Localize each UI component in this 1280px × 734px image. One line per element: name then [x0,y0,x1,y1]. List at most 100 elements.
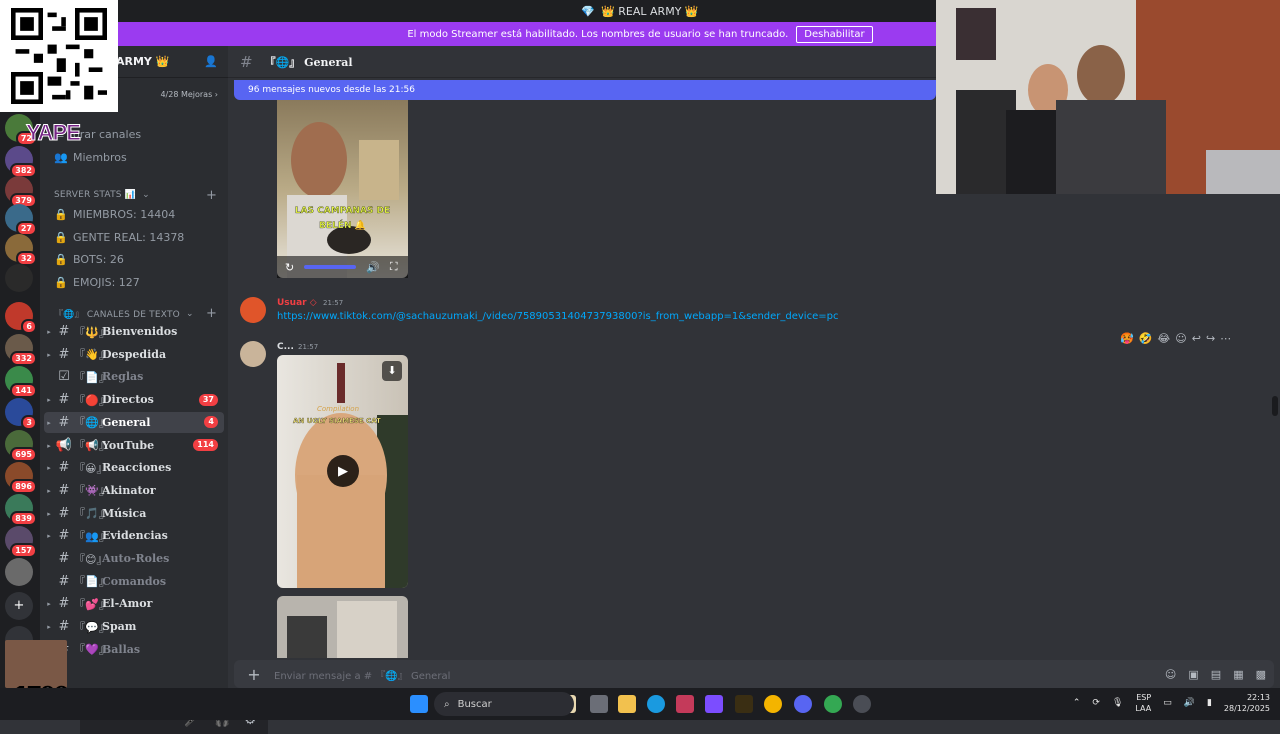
sync-icon[interactable]: ⟳ [1092,698,1100,708]
message-author[interactable]: C... [277,342,294,352]
forward-icon[interactable]: ↪ [1206,332,1215,345]
video-attachment[interactable] [277,596,408,658]
channel-title: 『🌐』 General [264,55,353,69]
add-reaction-icon[interactable]: ☺ [1175,332,1186,345]
stat-channel[interactable]: 🔒 EMOJIS: 127 [54,276,140,289]
sticker-icon[interactable]: ▤ [1211,668,1221,681]
fullscreen-icon[interactable]: ⛶ [390,260,398,274]
channel-item-youtube[interactable]: ▸ 📢 『📢』 YouTube 114 [44,435,224,456]
channel-item-ballas[interactable]: #『💜』Ballas [44,639,224,660]
channel-item-despedida[interactable]: ▸ # 『👋』 Despedida [44,344,224,365]
video-controls: ↻ 🔊 ⛶ [277,256,408,278]
chevron-up-icon[interactable]: ⌃ [1073,698,1081,708]
volume-icon[interactable]: 🔊 [366,261,380,274]
add-server-icon[interactable]: + [5,592,33,620]
channel-item-el-amor[interactable]: ▸ # 『💕』 El-Amor [44,593,224,614]
hash-icon: # [58,619,70,635]
channel-emoji: 『🔱』 [74,325,110,339]
reaction-icon[interactable]: 🥵 [1120,332,1134,345]
category-server-stats[interactable]: SERVER STATS 📊 ⌄ + [54,188,217,203]
avatar[interactable] [240,341,266,367]
network-icon[interactable]: ▭ [1163,698,1172,708]
unread-count-badge: 114 [193,439,218,451]
server-icon[interactable]: 695 [5,430,37,462]
video-attachment[interactable]: LAS CAMPANAS DE BELÉN 🔔 [277,100,408,278]
reaction-icon[interactable]: 🤣 [1139,332,1153,345]
channel-item-reacciones[interactable]: ▸ # 『😀』 Reacciones [44,457,224,478]
server-icon[interactable]: 332 [5,334,37,366]
taskbar-search[interactable]: ⌕ Buscar [434,692,574,716]
message-composer[interactable]: + Enviar mensaje a # 『🌐』 General ☺ ▣ ▤ ▦… [234,660,1274,688]
chat-scrollbar[interactable] [1272,396,1278,416]
channel-item-m-sica[interactable]: ▸ # 『🎵』 Música [44,503,224,524]
add-channel-icon[interactable]: + [206,188,217,203]
clock[interactable]: 22:13 28/12/2025 [1224,692,1270,714]
hash-icon: # [58,392,70,408]
volume-tray-icon[interactable]: 🔊 [1184,698,1195,708]
emoji-icon[interactable]: ☺ [1165,668,1176,681]
attach-plus-icon[interactable]: + [234,665,274,684]
server-icon[interactable]: 32 [5,234,37,266]
language-indicator[interactable]: ESP LAA [1135,692,1151,714]
gif-icon[interactable]: ▣ [1188,668,1198,681]
download-icon[interactable]: ⬇ [382,361,402,381]
hash-icon: # [58,460,70,476]
server-icon[interactable]: 896 [5,462,37,494]
server-icon[interactable]: 382 [5,146,37,178]
play-icon[interactable]: ▶ [327,455,359,487]
image-icon[interactable]: ▦ [1233,668,1243,681]
channel-item-evidencias[interactable]: ▸ # 『👥』 Evidencias [44,525,224,546]
server-icon[interactable]: 6 [5,302,37,334]
edge-icon[interactable] [647,695,665,713]
message-author[interactable]: Usuar ◇ [277,298,317,308]
channel-item-comandos[interactable]: # 『📄』 Comandos [44,571,224,592]
tiktok-link[interactable]: https://www.tiktok.com/@sachauzumaki_/vi… [277,311,838,322]
reaction-icon[interactable]: 😂 [1157,332,1170,345]
new-messages-bar[interactable]: 96 mensajes nuevos desde las 21:56 [234,80,936,100]
server-icon[interactable]: 157 [5,526,37,558]
category-text-channels[interactable]: 『🌐』 CANALES DE TEXTO ⌄ + [54,306,217,321]
task-view-icon[interactable] [590,695,608,713]
discord-icon[interactable] [794,695,812,713]
channel-item-reglas[interactable]: ☑ 『📄』 Reglas [44,366,224,387]
channel-item-general[interactable]: ▸ # 『🌐』 General 4 [44,411,224,433]
battery-icon[interactable]: ▮ [1207,698,1212,708]
server-icon[interactable]: 379 [5,176,37,208]
chrome-icon[interactable] [764,695,782,713]
channel-item-auto-roles[interactable]: # 『😊』 Auto-Roles [44,548,224,569]
server-icon[interactable]: 3 [5,398,37,430]
game-icon[interactable] [735,695,753,713]
obs-icon[interactable] [853,695,871,713]
add-member-icon[interactable]: 👤 [204,55,218,68]
mic-tray-icon[interactable]: 🎙 [1112,698,1123,708]
more-icon[interactable]: ⋯ [1220,332,1231,345]
server-icon[interactable] [5,558,33,586]
channel-item-bienvenidos[interactable]: ▸ # 『🔱』 Bienvenidos [44,321,224,342]
server-icon[interactable]: 27 [5,204,37,236]
windows-start-icon[interactable] [410,695,428,713]
channel-item-directos[interactable]: ▸ # 『🔴』 Directos 37 [44,389,224,410]
reply-icon[interactable]: ↩ [1192,332,1201,345]
disable-streamer-button[interactable]: Deshabilitar [796,25,873,43]
add-channel-icon[interactable]: + [206,306,217,321]
chrome-profile-icon[interactable] [824,695,842,713]
stat-channel[interactable]: 🔒 MIEMBROS: 14404 [54,208,175,221]
app-icon[interactable] [676,695,694,713]
server-icon[interactable]: 141 [5,366,37,398]
copilot-icon[interactable] [705,695,723,713]
stat-channel[interactable]: 🔒 BOTS: 26 [54,253,124,266]
stat-channel[interactable]: 🔒 GENTE REAL: 14378 [54,231,184,244]
channel-label: Auto-Roles [102,552,170,565]
members-item[interactable]: 👥 Miembros [54,151,127,164]
server-icon[interactable] [5,264,33,292]
channel-item-akinator[interactable]: ▸ # 『👾』 Akinator [44,480,224,501]
apps-icon[interactable]: ▩ [1256,668,1266,681]
message-input[interactable]: Enviar mensaje a # 『🌐』 General [274,667,450,682]
server-icon[interactable]: 839 [5,494,37,526]
file-explorer-icon[interactable] [618,695,636,713]
avatar[interactable] [240,297,266,323]
channel-label: Bienvenidos [102,325,178,338]
replay-icon[interactable]: ↻ [285,261,294,274]
video-progress[interactable] [304,265,357,269]
channel-item-spam[interactable]: ▸ # 『💬』 Spam [44,616,224,637]
